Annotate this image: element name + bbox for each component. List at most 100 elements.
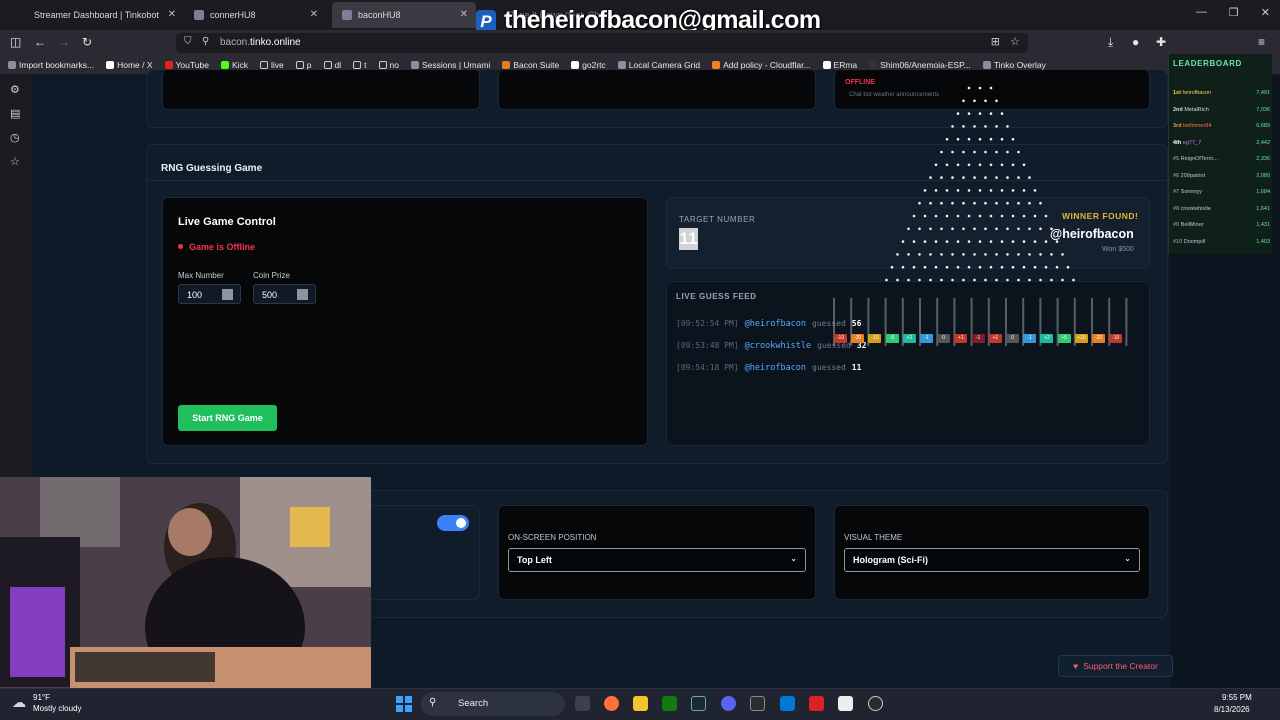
status-dot-icon [178, 244, 183, 249]
maximize-icon[interactable]: ❐ [1229, 6, 1239, 19]
history-icon[interactable]: ◷ [10, 131, 20, 144]
bookmark-item[interactable]: Add policy - Cloudflar... [712, 60, 811, 70]
forward-icon[interactable]: → [58, 35, 70, 49]
firefox-icon[interactable] [604, 696, 619, 711]
winner-name: @heirofbacon [1050, 227, 1134, 241]
extensions-icon[interactable]: ✚ [1156, 35, 1166, 49]
weather-temp[interactable]: 91°F [33, 693, 50, 702]
overlay-enabled-toggle[interactable] [437, 515, 469, 531]
position-select[interactable]: Top Left ⌄ [508, 548, 806, 572]
plinko-peg [978, 240, 982, 243]
bookmark-item[interactable]: YouTube [164, 60, 209, 70]
start-rng-game-button[interactable]: Start RNG Game [178, 405, 277, 431]
notepad-icon[interactable] [838, 696, 853, 711]
bookmark-folder[interactable]: t [353, 60, 367, 70]
bookmark-item[interactable]: Home / X [106, 60, 153, 70]
close-window-icon[interactable]: ✕ [1261, 6, 1270, 19]
bookmark-item[interactable]: go2rtc [571, 60, 606, 70]
max-number-input[interactable]: 100 [178, 284, 241, 304]
plinko-peg [934, 240, 938, 243]
plinko-slot: -20 [1092, 334, 1105, 343]
discord-icon[interactable] [721, 696, 736, 711]
bookmark-folder[interactable]: p [295, 60, 312, 70]
xbox-icon[interactable] [662, 696, 677, 711]
reader-icon[interactable]: ⊞ [991, 35, 1000, 48]
bookmark-folder[interactable]: no [378, 60, 399, 70]
plinko-peg [1022, 214, 1026, 218]
bookmark-star-icon[interactable]: ☆ [1010, 35, 1020, 48]
plinko-peg [907, 253, 910, 256]
back-icon[interactable]: ← [34, 35, 46, 49]
spinner-icon[interactable] [222, 289, 233, 300]
plinko-peg [956, 137, 960, 141]
ai-chatbot-icon[interactable]: ⚙ [10, 83, 20, 96]
minimize-icon[interactable]: — [1196, 6, 1207, 19]
close-icon[interactable]: ✕ [168, 9, 176, 20]
theme-select[interactable]: Hologram (Sci-Fi) ⌄ [844, 548, 1140, 572]
shield-icon[interactable]: ⛉ [184, 36, 192, 47]
clock-time[interactable]: 9:55 PM [1222, 693, 1252, 702]
account-icon[interactable]: ● [1132, 35, 1139, 49]
close-icon[interactable]: ✕ [310, 9, 318, 20]
bookmark-item[interactable]: Local Camera Grid [617, 60, 700, 70]
plinko-peg [1066, 265, 1070, 269]
bookmark-folder[interactable]: dl [323, 60, 341, 70]
file-explorer-icon[interactable] [633, 696, 648, 711]
plinko-peg [1006, 125, 1009, 128]
bookmark-item[interactable]: Shim06/Anemoia-ESP... [869, 60, 971, 70]
plinko-peg [923, 189, 927, 192]
coin-prize-input[interactable]: 500 [253, 284, 316, 304]
plinko-peg [929, 201, 932, 205]
bookmark-item[interactable]: Bacon Suite [502, 60, 559, 70]
plinko-peg [962, 99, 965, 103]
plinko-peg [912, 214, 916, 218]
windows-start-icon[interactable] [396, 696, 412, 712]
bookmark-item[interactable]: Import bookmarks... [8, 60, 94, 70]
site-info-icon[interactable]: ⚲ [202, 36, 209, 47]
tab-connerhu8[interactable]: connerHU8 ✕ [184, 2, 326, 28]
obs-icon[interactable] [868, 696, 883, 711]
plinko-slot: +5 [1057, 334, 1071, 343]
terminal-icon[interactable] [750, 696, 765, 711]
vscode-icon[interactable] [780, 696, 795, 711]
app-icon[interactable] [809, 696, 824, 711]
top-card-left [162, 70, 480, 110]
leaderboard-row: 3rd bellminer84 6,689 [1173, 123, 1270, 129]
plinko-peg [923, 240, 927, 243]
bookmark-item[interactable]: Sessions | Umami [410, 60, 490, 70]
theme-value: Hologram (Sci-Fi) [853, 555, 929, 565]
bookmark-item[interactable]: Tinko Overlay [982, 60, 1046, 70]
plinko-peg [1072, 278, 1075, 282]
task-view-icon[interactable] [575, 696, 590, 711]
taskbar-search[interactable]: ⚲ Search [421, 692, 565, 716]
max-number-label: Max Number [178, 271, 224, 280]
bookmarks-icon[interactable]: ☆ [10, 155, 20, 168]
bookmark-item[interactable]: Kick [220, 60, 248, 70]
support-creator-button[interactable]: ♥ Support the Creator [1058, 655, 1173, 677]
tab-streamer-dashboard[interactable]: Streamer Dashboard | Tinkobot ✕ [24, 2, 184, 28]
synced-tabs-icon[interactable]: ▤ [10, 107, 20, 120]
bookmark-item[interactable]: ERma [822, 60, 857, 70]
plinko-peg [962, 227, 965, 231]
leaderboard-row: #6 209patriot 2,080 [1173, 172, 1270, 179]
plinko-slot: -10 [834, 334, 847, 343]
url-bar[interactable]: ⛉ ⚲ bacon.tinko.online ⊞ ☆ [176, 33, 1028, 53]
reload-icon[interactable]: ↻ [82, 35, 92, 49]
menu-icon[interactable]: ≡ [1258, 35, 1265, 49]
plinko-slot: -1 [920, 334, 933, 343]
steam-icon[interactable] [691, 696, 706, 711]
tab-favicon-icon [194, 10, 204, 20]
close-icon[interactable]: ✕ [460, 9, 468, 20]
plinko-peg [940, 176, 943, 179]
plinko-peg [1028, 201, 1031, 205]
spinner-icon[interactable] [297, 289, 308, 300]
plinko-peg [907, 227, 910, 231]
plinko-peg [1061, 278, 1064, 282]
bookmark-folder[interactable]: live [260, 60, 284, 70]
weather-desc[interactable]: Mostly cloudy [33, 704, 81, 713]
clock-date[interactable]: 8/13/2026 [1214, 705, 1250, 714]
sidebar-toggle-icon[interactable]: ◫ [10, 35, 21, 49]
download-icon[interactable]: ⤓ [1108, 35, 1113, 50]
plinko-peg [973, 125, 976, 128]
tab-baconhu8[interactable]: baconHU8 ✕ [332, 2, 476, 28]
